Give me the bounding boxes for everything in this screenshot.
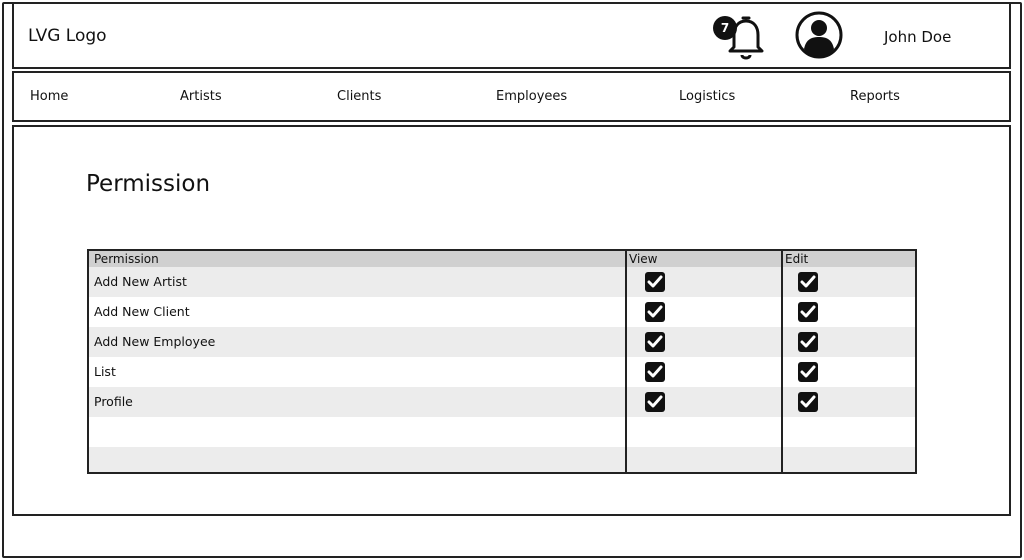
column-divider xyxy=(781,251,783,472)
permission-table: Permission View Edit Add New Artist Add N… xyxy=(87,249,917,474)
main-content: Permission Permission View Edit Add New … xyxy=(12,125,1011,516)
nav-item-clients[interactable]: Clients xyxy=(337,89,381,104)
view-checkbox[interactable] xyxy=(645,392,665,412)
edit-checkbox[interactable] xyxy=(798,302,818,322)
checkbox-checked-icon xyxy=(647,335,663,348)
nav-item-employees[interactable]: Employees xyxy=(496,89,567,104)
checkbox-checked-icon xyxy=(647,395,663,408)
logo[interactable]: LVG Logo xyxy=(28,26,107,46)
checkbox-checked-icon xyxy=(800,275,816,288)
checkbox-checked-icon xyxy=(800,395,816,408)
permission-label: Add New Artist xyxy=(94,274,187,289)
app-header: LVG Logo 7 John Doe xyxy=(12,2,1011,69)
permission-label: Profile xyxy=(94,394,133,409)
table-row: Add New Artist xyxy=(89,267,915,297)
table-row: List xyxy=(89,357,915,387)
checkbox-checked-icon xyxy=(647,365,663,378)
column-header-permission: Permission xyxy=(94,252,159,266)
checkbox-checked-icon xyxy=(647,305,663,318)
edit-checkbox[interactable] xyxy=(798,272,818,292)
permission-label: Add New Employee xyxy=(94,334,216,349)
edit-checkbox[interactable] xyxy=(798,392,818,412)
view-checkbox[interactable] xyxy=(645,272,665,292)
nav-item-logistics[interactable]: Logistics xyxy=(679,89,735,104)
column-header-view: View xyxy=(629,252,658,266)
table-row xyxy=(89,447,915,472)
user-name[interactable]: John Doe xyxy=(884,28,951,46)
edit-checkbox[interactable] xyxy=(798,362,818,382)
column-divider xyxy=(625,251,627,472)
user-avatar-icon xyxy=(795,11,843,59)
view-checkbox[interactable] xyxy=(645,362,665,382)
table-header-row: Permission View Edit xyxy=(89,251,915,267)
notifications-button[interactable]: 7 xyxy=(710,13,770,65)
view-checkbox[interactable] xyxy=(645,302,665,322)
nav-item-artists[interactable]: Artists xyxy=(180,89,222,104)
edit-checkbox[interactable] xyxy=(798,332,818,352)
notification-badge: 7 xyxy=(713,16,737,40)
main-nav: Home Artists Clients Employees Logistics… xyxy=(12,71,1011,122)
user-avatar[interactable] xyxy=(795,11,843,59)
checkbox-checked-icon xyxy=(647,275,663,288)
checkbox-checked-icon xyxy=(800,305,816,318)
table-row: Add New Client xyxy=(89,297,915,327)
permission-label: List xyxy=(94,364,116,379)
view-checkbox[interactable] xyxy=(645,332,665,352)
nav-item-reports[interactable]: Reports xyxy=(850,89,900,104)
nav-item-home[interactable]: Home xyxy=(30,89,68,104)
table-row xyxy=(89,417,915,447)
table-row: Profile xyxy=(89,387,915,417)
checkbox-checked-icon xyxy=(800,365,816,378)
page-title: Permission xyxy=(86,171,211,197)
column-header-edit: Edit xyxy=(785,252,809,266)
table-row: Add New Employee xyxy=(89,327,915,357)
permission-label: Add New Client xyxy=(94,304,190,319)
checkbox-checked-icon xyxy=(800,335,816,348)
